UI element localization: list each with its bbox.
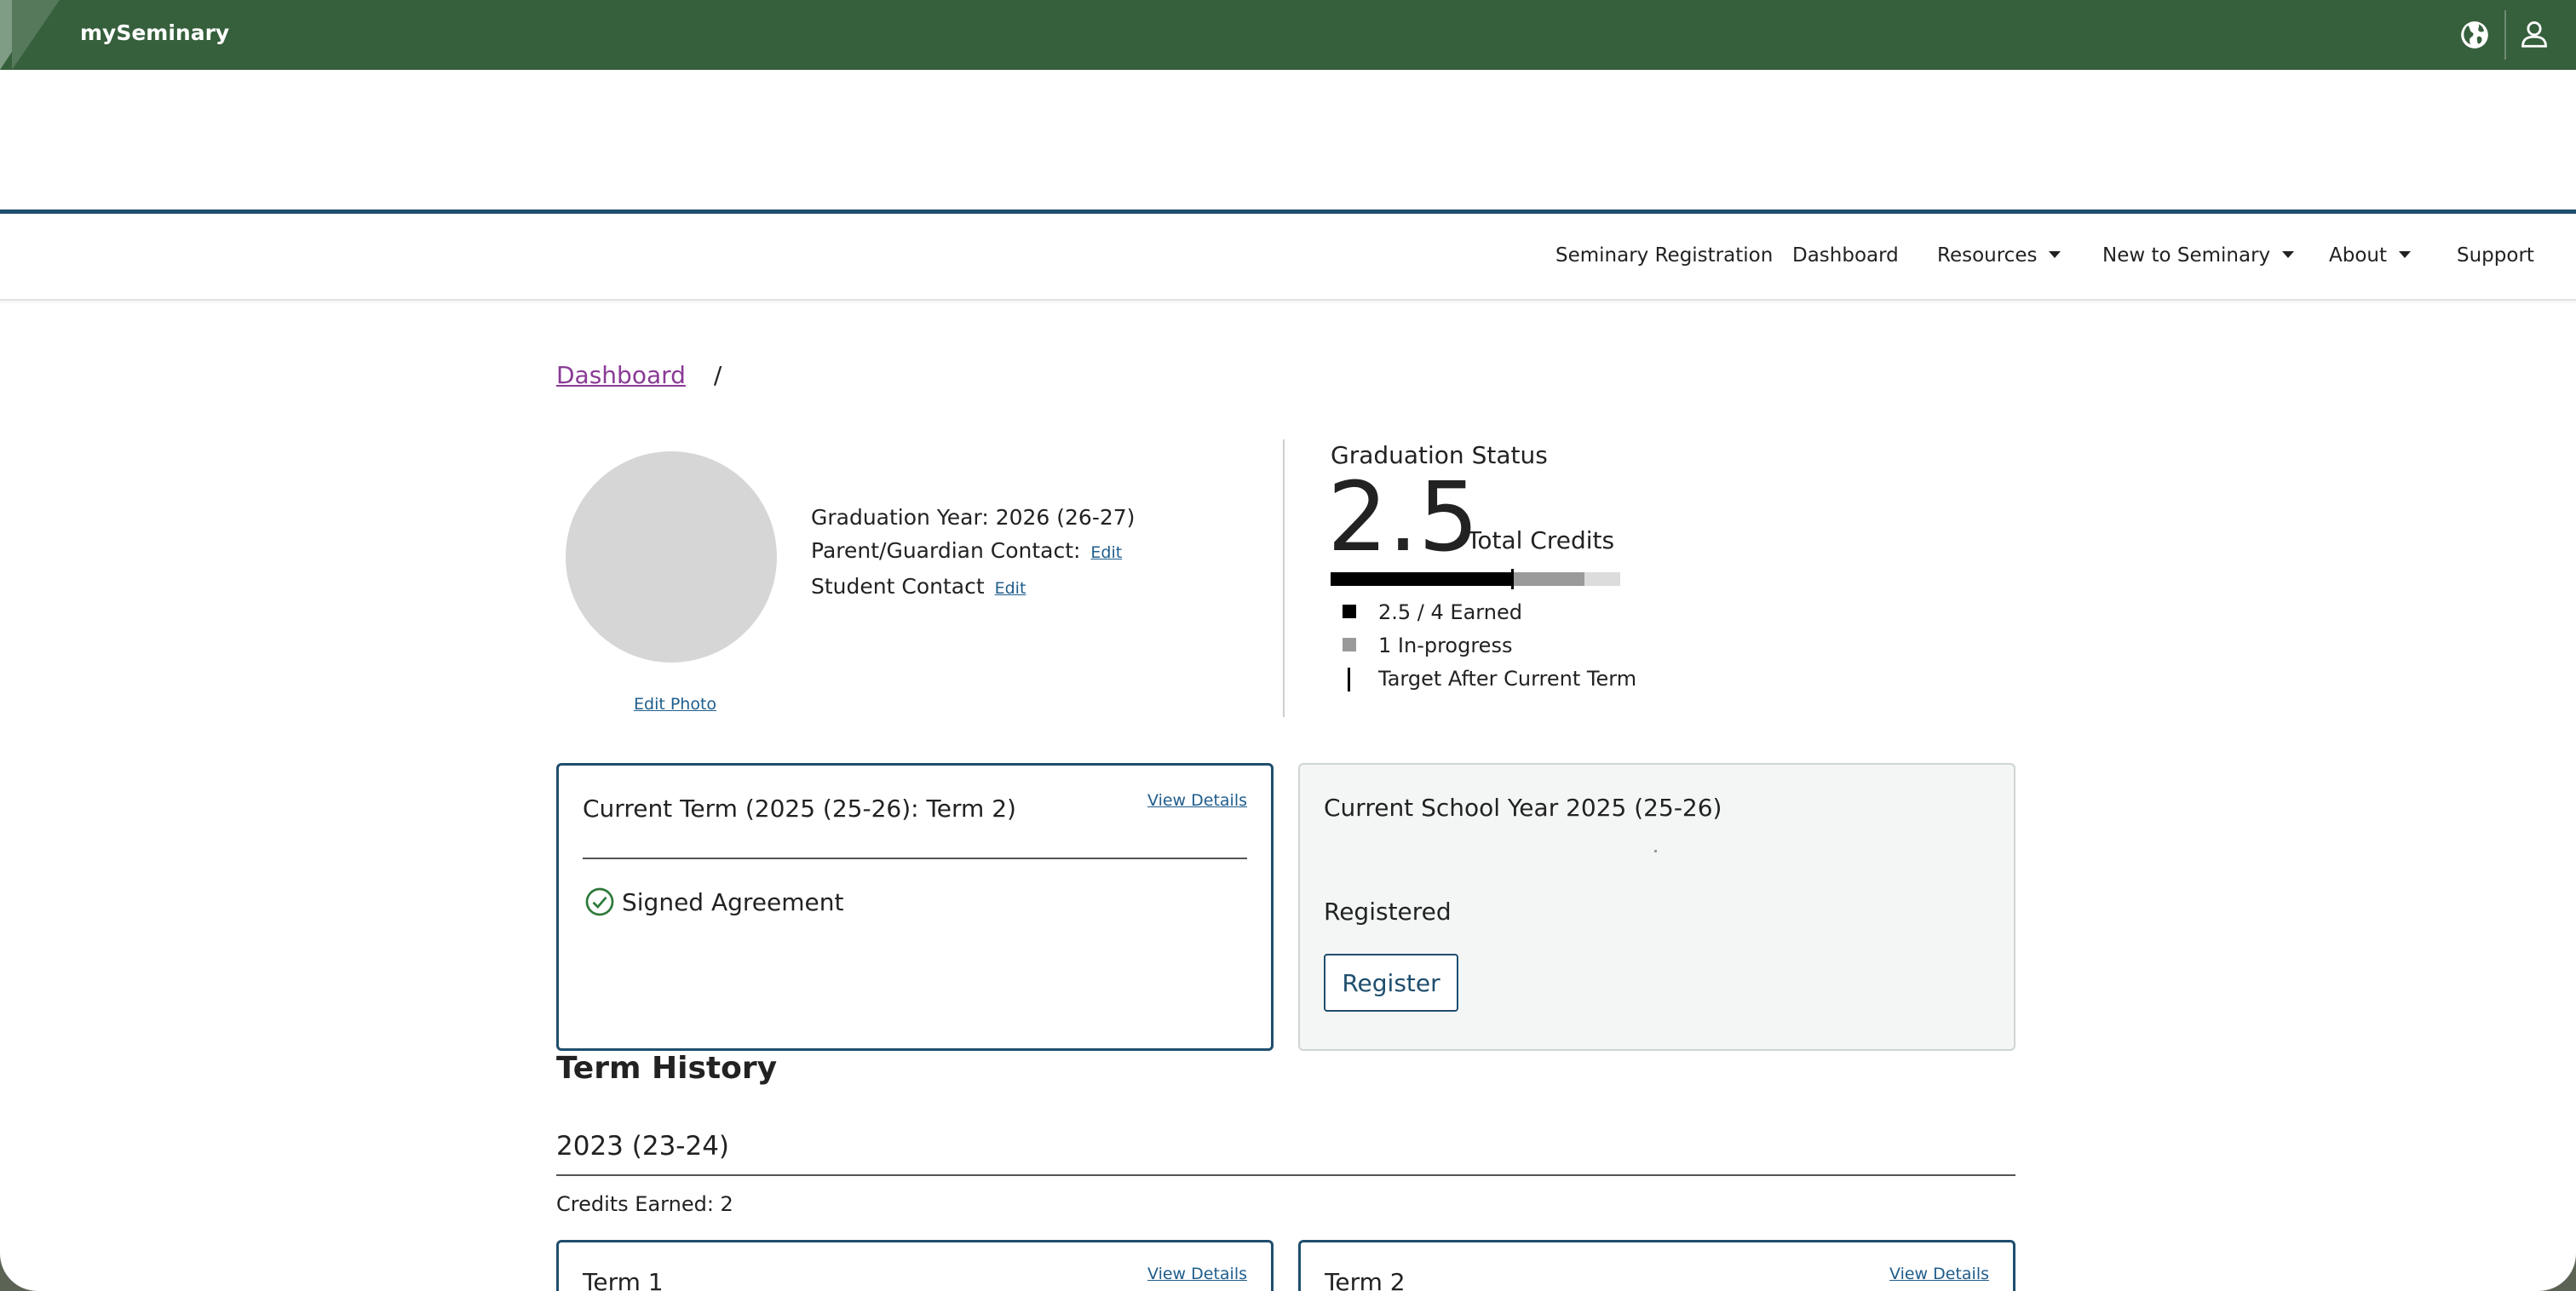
legend-in-progress: 1 In-progress	[1343, 629, 1636, 663]
parent-contact-row: Parent/Guardian Contact: Edit	[811, 534, 1135, 570]
main-navigation: Seminary Registration Dashboard Resource…	[0, 214, 2576, 301]
edit-parent-contact-link[interactable]: Edit	[1090, 543, 1122, 562]
nav-dashboard[interactable]: Dashboard	[1792, 244, 1899, 267]
edit-student-contact-link[interactable]: Edit	[995, 579, 1026, 598]
check-circle-icon	[585, 887, 614, 916]
total-credits-label: Total Credits	[1467, 526, 1615, 554]
legend-earned: 2.5 / 4 Earned	[1343, 596, 1636, 629]
current-year-title: Current School Year 2025 (25-26)	[1324, 794, 1722, 822]
target-swatch	[1348, 668, 1350, 691]
total-credits-value: 2.5	[1327, 462, 1480, 573]
history-term-title: Term 2	[1325, 1268, 1406, 1291]
signed-agreement-status: Signed Agreement	[584, 886, 843, 917]
student-contact-label: Student Contact	[811, 574, 985, 599]
history-credits-earned: Credits Earned: 2	[556, 1192, 733, 1216]
current-term-title: Current Term (2025 (25-26): Term 2)	[583, 795, 1016, 823]
top-header-bar: mySeminary	[0, 0, 2576, 70]
edit-photo-link[interactable]: Edit Photo	[634, 695, 716, 714]
chevron-down-icon	[2049, 251, 2061, 258]
chevron-down-icon	[2282, 251, 2295, 258]
graduation-year-text: Graduation Year: 2026 (26-27)	[811, 505, 1136, 530]
earned-swatch	[1343, 605, 1356, 618]
loading-dot	[1654, 850, 1657, 852]
header-decor-2	[12, 0, 60, 70]
register-button[interactable]: Register	[1324, 954, 1458, 1012]
earned-segment	[1331, 572, 1512, 586]
legend-target: Target After Current Term	[1343, 663, 1636, 696]
nav-resources[interactable]: Resources	[1937, 244, 2061, 267]
card-divider	[583, 858, 1247, 859]
credits-legend: 2.5 / 4 Earned 1 In-progress Target Afte…	[1343, 596, 1636, 696]
breadcrumb-dashboard-link[interactable]: Dashboard	[556, 361, 686, 389]
profile-info: Graduation Year: 2026 (26-27) Parent/Gua…	[811, 501, 1135, 605]
credits-progress-bar	[1331, 569, 1620, 589]
student-contact-row: Student Contact Edit	[811, 570, 1135, 605]
history-term-card: Term 1 View Details	[556, 1240, 1274, 1291]
nav-about[interactable]: About	[2329, 244, 2412, 267]
breadcrumb-separator: /	[713, 361, 722, 389]
section-divider	[1283, 439, 1285, 717]
in-progress-segment	[1512, 572, 1584, 586]
registration-status: Registered	[1324, 898, 1452, 926]
avatar	[566, 451, 777, 663]
breadcrumb: Dashboard /	[556, 361, 722, 389]
browser-page: mySeminary Seminary Registration Dashboa…	[0, 0, 2576, 1291]
history-term-title: Term 1	[583, 1268, 664, 1291]
chevron-down-icon	[2399, 251, 2412, 258]
nav-support[interactable]: Support	[2457, 244, 2534, 267]
nav-new-to-seminary[interactable]: New to Seminary	[2102, 244, 2295, 267]
history-term-view-details-link[interactable]: View Details	[1147, 1265, 1247, 1283]
history-term-view-details-link[interactable]: View Details	[1889, 1265, 1989, 1283]
history-term-card: Term 2 View Details	[1298, 1240, 2015, 1291]
parent-contact-label: Parent/Guardian Contact:	[811, 538, 1081, 563]
history-year-heading: 2023 (23-24)	[556, 1131, 730, 1162]
target-marker	[1511, 569, 1514, 589]
header-divider	[2504, 10, 2506, 60]
globe-icon[interactable]	[2458, 19, 2491, 51]
current-term-card: Current Term (2025 (25-26): Term 2) View…	[556, 763, 1274, 1051]
term-history-heading: Term History	[556, 1051, 778, 1086]
nav-seminary-registration[interactable]: Seminary Registration	[1555, 244, 1773, 267]
brand-logo-text[interactable]: mySeminary	[80, 20, 229, 45]
current-school-year-card: Current School Year 2025 (25-26) Registe…	[1298, 763, 2015, 1051]
current-term-view-details-link[interactable]: View Details	[1147, 791, 1247, 810]
history-year-divider	[556, 1174, 2015, 1176]
in-progress-swatch	[1343, 638, 1356, 651]
user-account-icon[interactable]	[2518, 17, 2550, 51]
